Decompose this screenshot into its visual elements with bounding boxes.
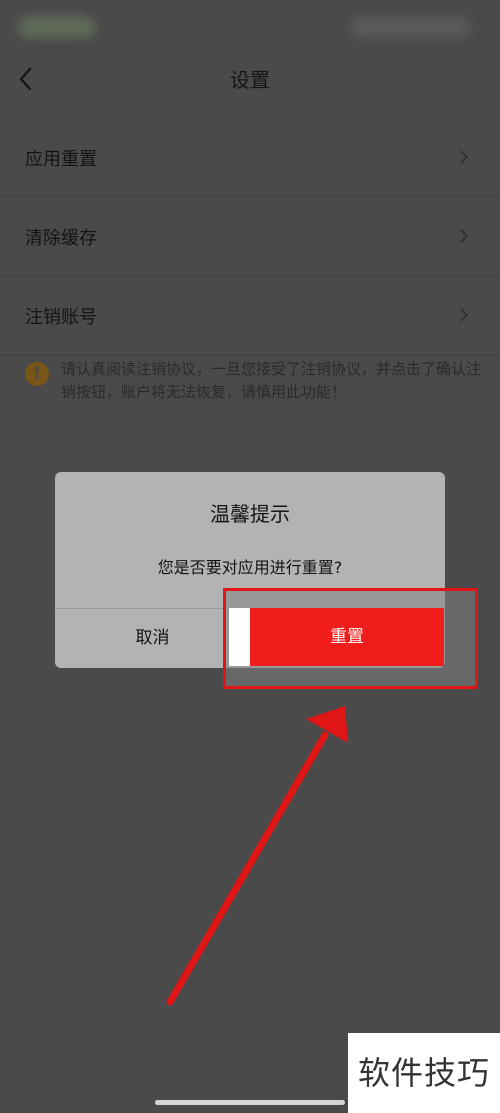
- settings-item-label: 应用重置: [25, 149, 97, 170]
- button-edge-strip: [229, 608, 250, 666]
- warning-notice: ! 请认真阅读注销协议，一旦您接受了注销协议，并点击了确认注销按钮，账户将无法恢…: [25, 358, 485, 404]
- reset-confirm-button[interactable]: 重置: [250, 608, 444, 666]
- warning-icon: !: [25, 362, 49, 386]
- watermark: 软件技巧: [348, 1033, 500, 1113]
- page-title: 设置: [230, 68, 270, 92]
- settings-item-clear-cache[interactable]: 清除缓存: [0, 197, 500, 276]
- settings-item-label: 注销账号: [25, 307, 97, 328]
- chevron-right-icon: [458, 227, 470, 245]
- settings-list: 应用重置 清除缓存 注销账号: [0, 118, 500, 355]
- warning-text: 请认真阅读注销协议，一旦您接受了注销协议，并点击了确认注销按钮，账户将无法恢复，…: [61, 360, 482, 401]
- settings-item-app-reset[interactable]: 应用重置: [0, 118, 500, 197]
- settings-item-label: 清除缓存: [25, 228, 97, 249]
- cancel-button[interactable]: 取消: [55, 609, 250, 668]
- blurred-status-left: [18, 16, 96, 38]
- chevron-right-icon: [458, 306, 470, 324]
- dialog-title: 温馨提示: [210, 502, 290, 526]
- status-bar: [0, 0, 500, 55]
- nav-bar: 设置: [0, 55, 500, 100]
- home-indicator: [155, 1100, 345, 1105]
- settings-item-delete-account[interactable]: 注销账号: [0, 276, 500, 355]
- dialog-message: 您是否要对应用进行重置?: [157, 558, 343, 577]
- blurred-status-right: [350, 16, 470, 38]
- chevron-right-icon: [458, 148, 470, 166]
